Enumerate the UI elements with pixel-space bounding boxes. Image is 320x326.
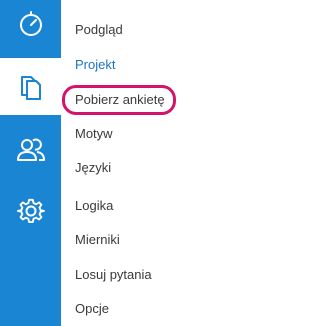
sidebar-item-documents[interactable] [0, 58, 61, 115]
menu-item-mierniki[interactable]: Mierniki [75, 229, 120, 251]
menu-item-projekt[interactable]: Projekt [75, 54, 115, 76]
users-icon [16, 136, 46, 162]
submenu: Podgląd Projekt Pobierz ankietę Motyw Ję… [61, 0, 249, 326]
menu-item-logika[interactable]: Logika [75, 195, 113, 217]
sidebar-item-users[interactable] [0, 125, 61, 173]
documents-icon [19, 73, 43, 101]
menu-item-losuj-pytania[interactable]: Losuj pytania [75, 264, 152, 286]
menu-item-opcje[interactable]: Opcje [75, 298, 109, 320]
menu-item-jezyki[interactable]: Języki [75, 157, 111, 179]
sidebar [0, 0, 61, 326]
timer-icon [18, 11, 44, 37]
menu-item-motyw[interactable]: Motyw [75, 123, 113, 145]
sidebar-item-settings[interactable] [0, 185, 61, 237]
menu-item-podglad[interactable]: Podgląd [75, 19, 123, 41]
sidebar-item-timer[interactable] [0, 0, 61, 48]
gear-icon [16, 197, 45, 225]
menu-item-pobierz-ankiete[interactable]: Pobierz ankietę [75, 89, 165, 111]
